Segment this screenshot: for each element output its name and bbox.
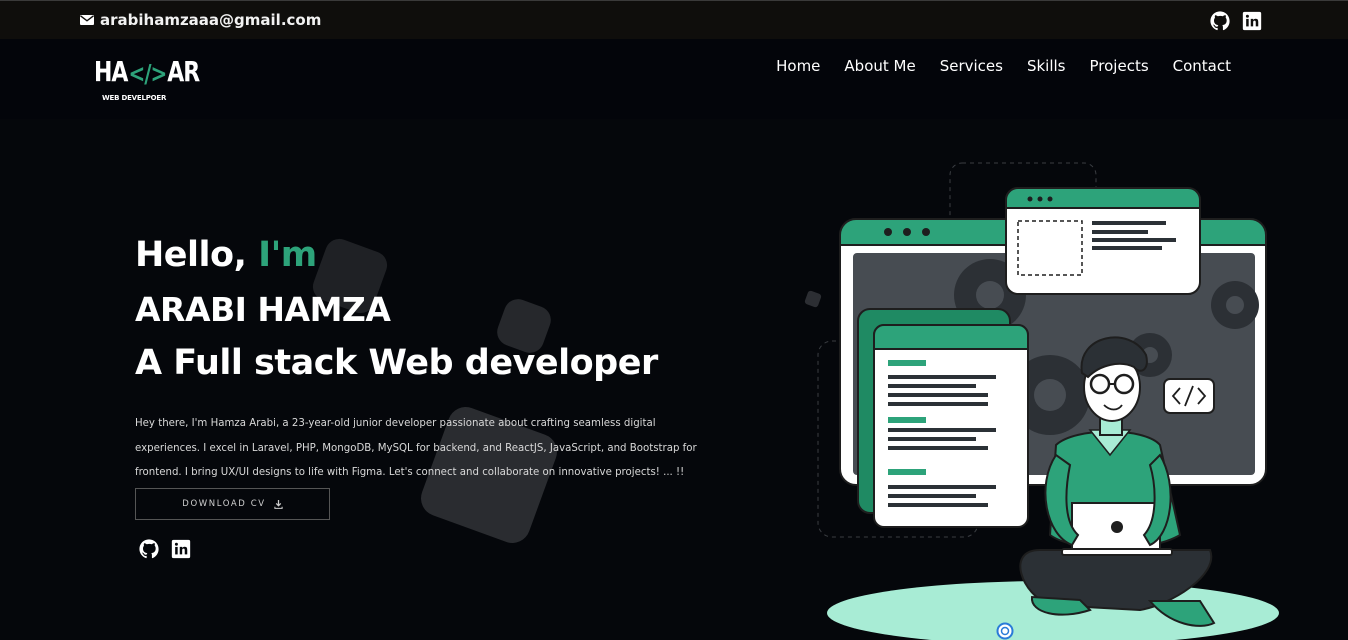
github-icon[interactable] bbox=[1210, 11, 1230, 31]
nav-skills[interactable]: Skills bbox=[1027, 57, 1066, 75]
nav-services[interactable]: Services bbox=[940, 57, 1003, 75]
logo-subtitle: WEB DEVELPOER bbox=[102, 94, 167, 102]
linkedin-icon[interactable] bbox=[171, 539, 191, 559]
nav-projects[interactable]: Projects bbox=[1090, 57, 1149, 75]
download-icon bbox=[274, 499, 283, 509]
hero-role: A Full stack Web developer bbox=[135, 343, 658, 383]
logo-mark: HA </> AR bbox=[94, 57, 200, 89]
hero-name: ARABI HAMZA bbox=[135, 290, 391, 329]
top-bar: arabihamzaaa@gmail.com bbox=[0, 0, 1348, 39]
hero-bio: Hey there, I'm Hamza Arabi, a 23-year-ol… bbox=[135, 418, 697, 478]
nav-menu: Home About Me Services Skills Projects C… bbox=[776, 56, 1231, 75]
hero-section: Hello, I'm ARABI HAMZA A Full stack Web … bbox=[135, 238, 735, 486]
nav-contact[interactable]: Contact bbox=[1173, 57, 1231, 75]
site-logo[interactable]: HA </> AR WEB DEVELPOER bbox=[94, 57, 200, 109]
github-icon[interactable] bbox=[139, 539, 159, 559]
developer-illustration bbox=[817, 162, 1279, 640]
envelope-icon bbox=[80, 15, 94, 25]
main-navbar: HA </> AR WEB DEVELPOER Home About Me Serv… bbox=[0, 39, 1348, 119]
nav-home[interactable]: Home bbox=[776, 57, 820, 75]
nav-about[interactable]: About Me bbox=[844, 57, 915, 75]
top-social-links bbox=[1210, 11, 1262, 31]
email-text: arabihamzaaa@gmail.com bbox=[100, 11, 322, 29]
hero-greeting: Hello, I'm bbox=[135, 235, 317, 275]
scroll-up-icon[interactable] bbox=[996, 622, 1014, 640]
linkedin-icon[interactable] bbox=[1242, 11, 1262, 31]
contact-email[interactable]: arabihamzaaa@gmail.com bbox=[80, 11, 321, 29]
download-cv-button[interactable]: DOWNLOAD CV bbox=[135, 488, 330, 520]
hero-social-links bbox=[139, 539, 191, 559]
download-cv-label: DOWNLOAD CV bbox=[182, 499, 266, 509]
